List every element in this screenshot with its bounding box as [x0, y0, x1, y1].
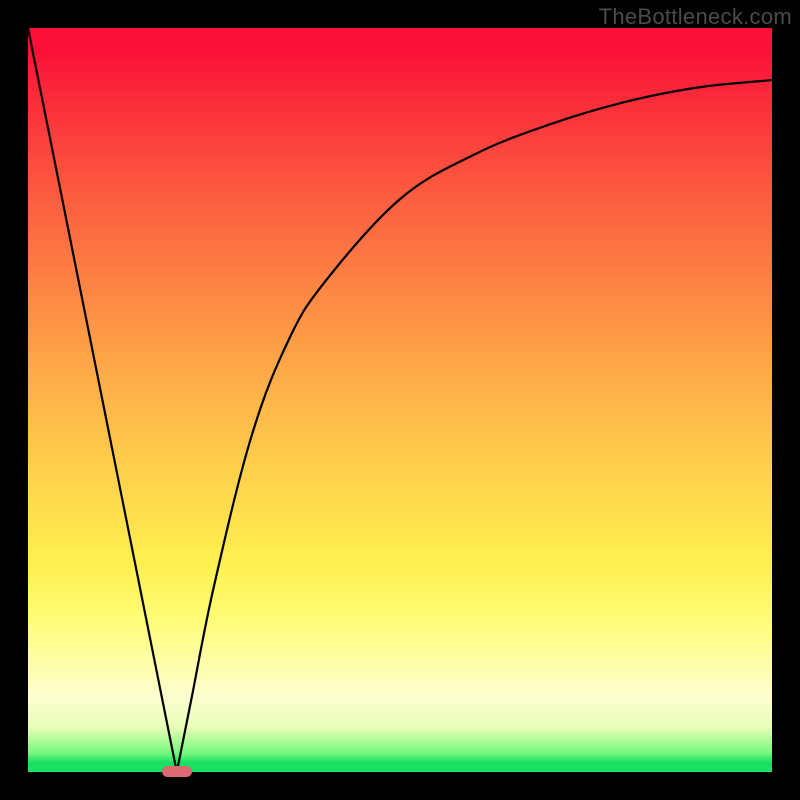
series-right-branch [177, 80, 772, 772]
watermark-text: TheBottleneck.com [599, 4, 792, 30]
chart-frame: TheBottleneck.com [0, 0, 800, 800]
chart-curves [28, 28, 772, 772]
series-left-branch [28, 28, 177, 772]
optimal-region-marker [162, 766, 192, 777]
